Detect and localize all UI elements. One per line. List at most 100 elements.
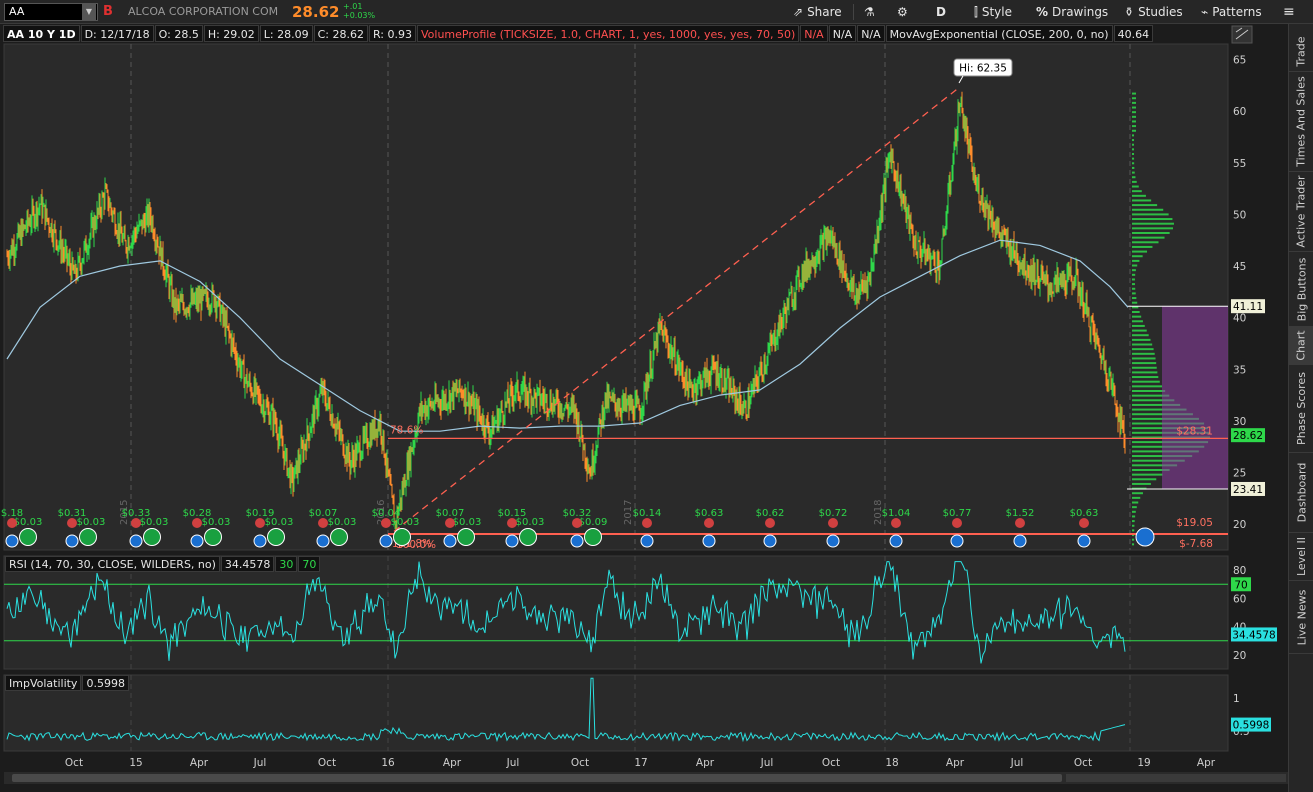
earnings-icon[interactable] <box>381 518 391 528</box>
x-axis-label: Oct <box>571 757 589 769</box>
info-icon[interactable] <box>505 534 519 548</box>
dividend-amount: $0.03 <box>391 517 420 528</box>
volume-profile-bar <box>1132 134 1135 137</box>
price-tick-label: 20 <box>1233 519 1246 531</box>
x-axis-label: Jul <box>506 757 520 769</box>
dividend-amount: $0.03 <box>453 517 482 528</box>
volume-profile-bar <box>1132 315 1142 318</box>
volume-profile-bar <box>1132 357 1156 360</box>
dividend-icon[interactable] <box>143 528 161 546</box>
sidebar-tab-big-buttons[interactable]: Big Buttons <box>1289 252 1313 327</box>
volume-profile-bar <box>1132 310 1140 313</box>
info-icon[interactable] <box>570 534 584 548</box>
dividend-icon[interactable] <box>204 528 222 546</box>
sidebar-tab-label: Chart <box>1295 330 1309 361</box>
volume-profile-bar <box>1132 92 1136 95</box>
earnings-icon[interactable] <box>952 518 962 528</box>
info-icon[interactable] <box>65 534 79 548</box>
sidebar-tab-label: Times And Sales <box>1295 76 1308 167</box>
sidebar-tab-live-news[interactable]: Live News <box>1289 581 1313 654</box>
volume-profile-bar <box>1132 492 1143 495</box>
x-axis-label: Apr <box>190 757 209 769</box>
volume-profile-bar <box>1132 283 1135 286</box>
info-icon[interactable] <box>190 534 204 548</box>
sidebar-tab-chart[interactable]: Chart <box>1289 327 1313 365</box>
earnings-icon[interactable] <box>765 518 775 528</box>
price-tick-label: 25 <box>1233 468 1246 480</box>
info-icon[interactable] <box>129 534 143 548</box>
volume-profile-label[interactable]: VolumeProfile (TICKSIZE, 1.0, CHART, 1, … <box>417 25 800 42</box>
x-axis-label: Apr <box>1197 757 1216 769</box>
info-icon[interactable] <box>826 534 840 548</box>
volume-profile-bar <box>1132 213 1169 216</box>
volume-profile-value-1: N/A <box>800 25 828 42</box>
earnings-icon[interactable] <box>67 518 77 528</box>
sidebar-tab-level-ii[interactable]: Level II <box>1289 533 1313 581</box>
info-icon[interactable] <box>950 534 964 548</box>
info-icon[interactable] <box>253 534 267 548</box>
sidebar-tab-trade[interactable]: Trade <box>1289 32 1313 72</box>
earnings-icon[interactable] <box>445 518 455 528</box>
volume-profile-bar <box>1132 176 1136 179</box>
earnings-icon[interactable] <box>572 518 582 528</box>
earnings-icon[interactable] <box>1079 518 1089 528</box>
volume-profile-value-2: N/A <box>828 25 857 42</box>
iv-pane[interactable] <box>4 675 1228 751</box>
earnings-icon[interactable] <box>131 518 141 528</box>
moving-average-label[interactable]: MovAvgExponential (CLOSE, 200, 0, no) <box>885 25 1113 42</box>
info-icon[interactable] <box>640 534 654 548</box>
earnings-icon[interactable] <box>507 518 517 528</box>
chart-canvas[interactable]: Oct 15 Apr Jul Oct 16 Apr Jul Oct 17 Apr Jul Oct 18 Ap… <box>0 0 1288 792</box>
scrollbar-thumb[interactable] <box>12 774 1062 782</box>
info-icon[interactable] <box>5 534 19 548</box>
info-icon[interactable] <box>379 534 393 548</box>
dividend-icon[interactable] <box>519 528 537 546</box>
dividend-icon[interactable] <box>584 528 602 546</box>
dividend-icon[interactable] <box>267 528 285 546</box>
dividend-icon[interactable] <box>79 528 97 546</box>
sidebar-tab-phase-scores[interactable]: Phase Scores <box>1289 365 1313 453</box>
info-icon[interactable] <box>443 534 457 548</box>
volume-profile-bar <box>1132 287 1136 290</box>
sidebar-tab-times-and-sales[interactable]: Times And Sales <box>1289 72 1313 172</box>
earnings-icon[interactable] <box>828 518 838 528</box>
earnings-icon[interactable] <box>255 518 265 528</box>
rsi-tick-label: 20 <box>1233 650 1246 662</box>
sidebar-tab-active-trader[interactable]: Active Trader <box>1289 172 1313 252</box>
rsi-label[interactable]: RSI (14, 70, 30, CLOSE, WILDERS, no) <box>5 556 220 572</box>
info-icon[interactable] <box>1013 534 1027 548</box>
info-icon[interactable] <box>1077 534 1091 548</box>
right-sidebar: Trade Times And Sales Active Trader Big But… <box>1288 24 1313 792</box>
info-icon[interactable] <box>889 534 903 548</box>
light-bulb-icon[interactable] <box>1135 527 1155 547</box>
sidebar-tab-dashboard[interactable]: Dashboard <box>1289 453 1313 533</box>
info-icon[interactable] <box>316 534 330 548</box>
dividend-label: $0.77 <box>943 508 972 519</box>
earnings-icon[interactable] <box>192 518 202 528</box>
volume-profile-bar <box>1132 297 1137 300</box>
x-axis-label: Oct <box>1074 757 1092 769</box>
price-pane[interactable] <box>4 44 1228 550</box>
close-cell: C: 28.62 <box>313 25 368 42</box>
volume-profile-bar <box>1132 524 1135 527</box>
dividend-icon[interactable] <box>330 528 348 546</box>
chart-id-cell[interactable]: AA 10 Y 1D <box>3 25 80 42</box>
dividend-icon[interactable] <box>457 528 475 546</box>
info-icon[interactable] <box>702 534 716 548</box>
volume-profile-bar <box>1132 506 1137 509</box>
lower-value-area-tag: 23.41 <box>1233 484 1263 496</box>
earnings-icon[interactable] <box>704 518 714 528</box>
dividend-icon[interactable] <box>19 528 37 546</box>
earnings-icon[interactable] <box>318 518 328 528</box>
volume-profile-bar <box>1132 543 1135 546</box>
earnings-icon[interactable] <box>1015 518 1025 528</box>
volume-profile-bar <box>1132 389 1166 392</box>
earnings-icon[interactable] <box>642 518 652 528</box>
earnings-icon[interactable] <box>891 518 901 528</box>
volume-profile-bar <box>1132 320 1143 323</box>
earnings-icon[interactable] <box>7 518 17 528</box>
volume-profile-bar <box>1132 97 1136 100</box>
iv-label[interactable]: ImpVolatility <box>5 675 82 691</box>
dividend-icon[interactable] <box>393 528 411 546</box>
info-icon[interactable] <box>763 534 777 548</box>
